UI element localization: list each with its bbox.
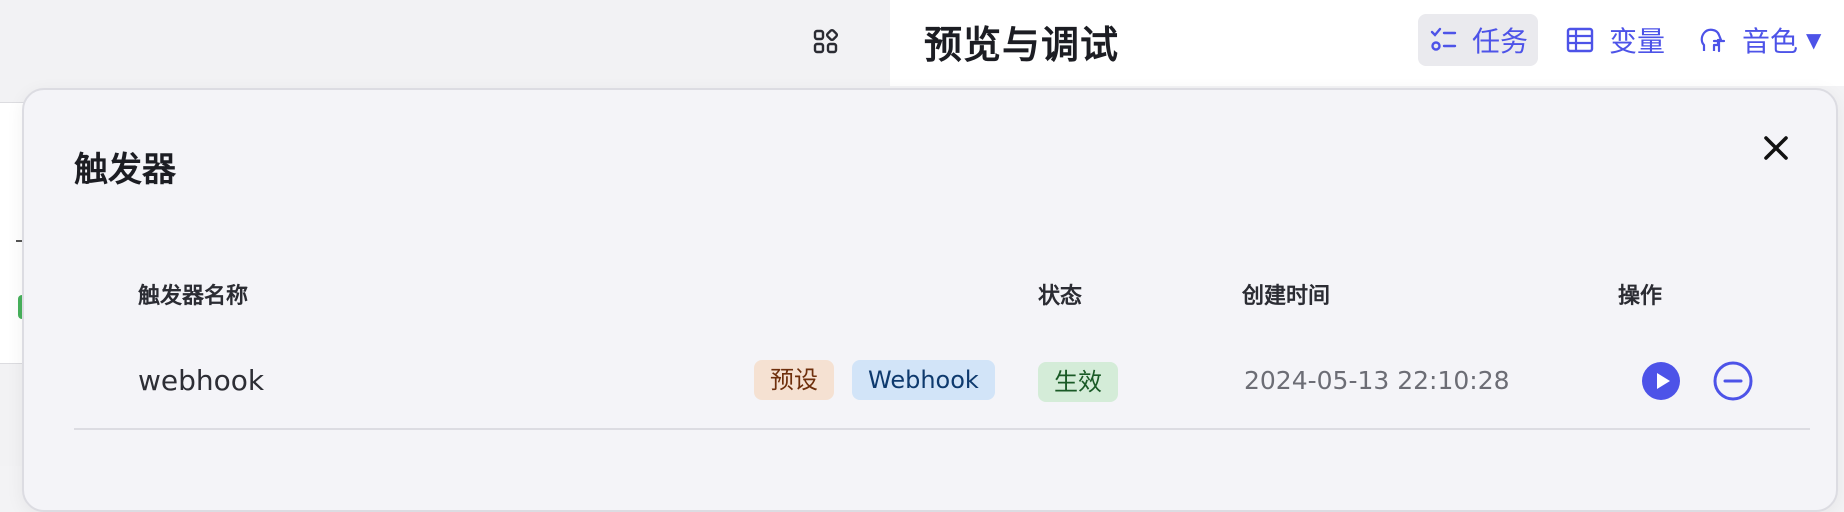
variables-button-label: 变量 [1609, 25, 1666, 58]
close-icon[interactable] [1756, 128, 1796, 168]
table-row: webhook 预设 Webhook 生效 2024-05-13 22:10:2… [74, 344, 1810, 430]
voice-button-label: 音色 [1742, 25, 1799, 58]
task-button[interactable]: 任务 [1418, 14, 1539, 66]
column-header-created: 创建时间 [1242, 284, 1331, 309]
triggers-modal: 触发器 触发器名称 状态 创建时间 操作 webhook 预设 Webhook … [22, 88, 1838, 512]
created-time: 2024-05-13 22:10:28 [1244, 366, 1510, 395]
voice-button[interactable]: 音色 ▼ [1688, 14, 1831, 66]
remove-trigger-icon[interactable] [1712, 360, 1754, 402]
page-title: 预览与调试 [924, 23, 1120, 67]
column-header-status: 状态 [1038, 284, 1083, 309]
trigger-name: webhook [138, 364, 265, 397]
task-list-icon [1430, 27, 1457, 51]
modal-title: 触发器 [74, 150, 176, 190]
voice-icon [1700, 28, 1726, 53]
run-trigger-icon[interactable] [1640, 360, 1682, 402]
variables-button[interactable]: 变量 [1555, 14, 1675, 66]
webhook-tag: Webhook [852, 360, 995, 400]
status-badge: 生效 [1038, 362, 1118, 402]
table-icon [1566, 27, 1594, 53]
task-button-label: 任务 [1472, 25, 1529, 58]
chevron-down-icon: ▼ [1806, 28, 1822, 52]
column-header-name: 触发器名称 [138, 284, 249, 309]
column-header-actions: 操作 [1618, 284, 1663, 309]
apps-grid-icon[interactable] [812, 28, 840, 56]
preset-tag: 预设 [754, 360, 834, 400]
